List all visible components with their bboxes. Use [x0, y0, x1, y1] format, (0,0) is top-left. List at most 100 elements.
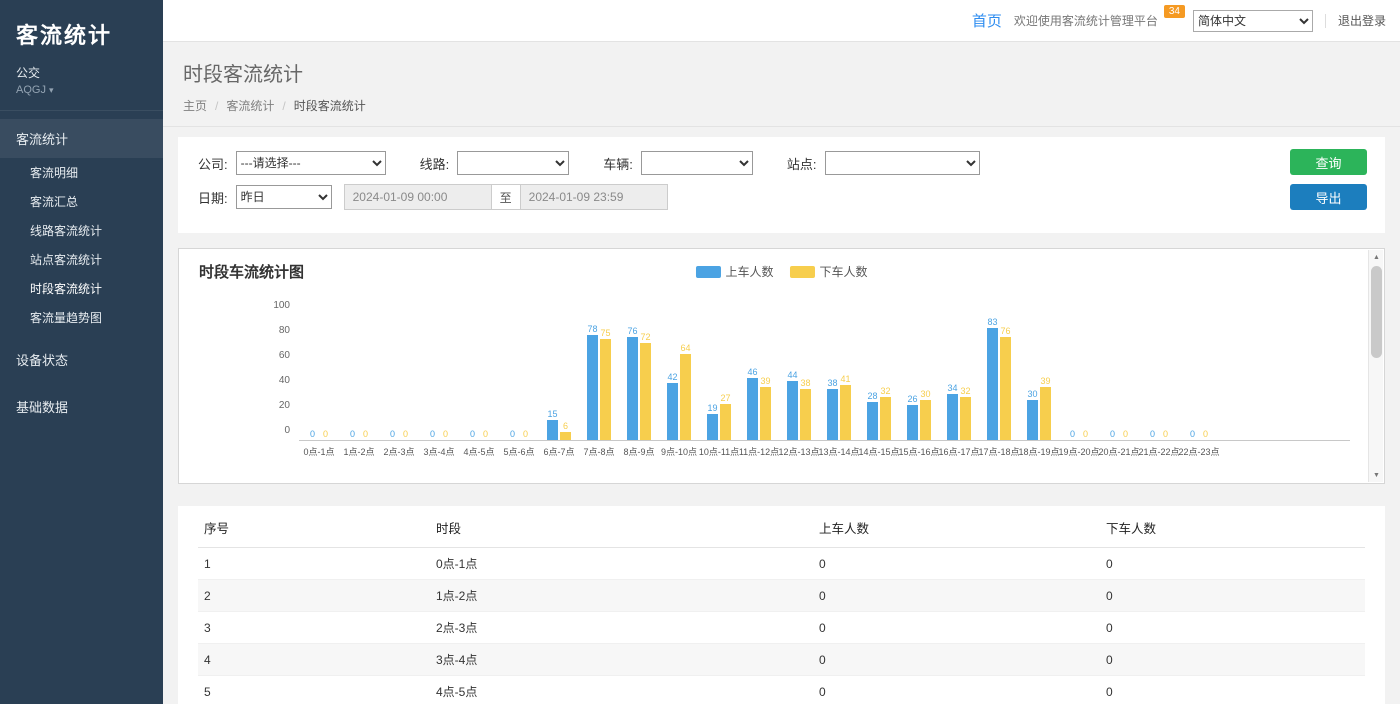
bar-group: 2630 [899, 306, 939, 440]
bar-value-label: 72 [640, 332, 650, 342]
sidebar-submenu: 客流明细客流汇总线路客流统计站点客流统计时段客流统计客流量趋势图 [0, 158, 163, 332]
date-preset-select[interactable]: 昨日 [236, 185, 332, 209]
sidebar-header: 客流统计 公交 AQGJ▾ [0, 0, 163, 111]
chart-y-axis: 100806040200 [199, 301, 299, 436]
y-tick-label: 0 [284, 426, 290, 436]
table-header: 下车人数 [1100, 508, 1365, 548]
bar-group: 00 [379, 306, 419, 440]
data-table-card: 序号时段上车人数下车人数 10点-1点0021点-2点0032点-3点0043点… [178, 506, 1385, 704]
bar [587, 335, 598, 440]
bar-value-label: 32 [880, 386, 890, 396]
bar-value-label: 0 [1070, 429, 1075, 439]
bar [640, 343, 651, 440]
bar-value-label: 28 [867, 391, 877, 401]
bar-value-label: 30 [920, 389, 930, 399]
table-row: 10点-1点00 [198, 548, 1365, 580]
bar-group: 7672 [619, 306, 659, 440]
x-tick-label: 9点-10点 [659, 445, 699, 458]
bar-value-label: 41 [840, 374, 850, 384]
sidebar-item[interactable]: 线路客流统计 [0, 216, 163, 245]
bar-value-label: 0 [1150, 429, 1155, 439]
bar-group: 3841 [819, 306, 859, 440]
sidebar-item[interactable]: 站点客流统计 [0, 245, 163, 274]
scroll-down-icon[interactable]: ▼ [1369, 468, 1384, 482]
language-select[interactable]: 简体中文 [1193, 10, 1313, 32]
bar [1027, 400, 1038, 441]
bar [560, 432, 571, 440]
bar-group: 00 [339, 306, 379, 440]
x-tick-label: 22点-23点 [1179, 445, 1219, 458]
query-button[interactable]: 查询 [1290, 149, 1367, 175]
bar-value-label: 34 [947, 383, 957, 393]
sidebar-item[interactable]: 时段客流统计 [0, 274, 163, 303]
bar-value-label: 64 [680, 343, 690, 353]
scrollbar-thumb[interactable] [1371, 266, 1382, 358]
org-code: AQGJ [16, 84, 46, 96]
bar [600, 339, 611, 440]
legend-item-alighting[interactable]: 下车人数 [790, 263, 868, 280]
line-select[interactable] [457, 151, 569, 175]
table-row: 54点-5点00 [198, 676, 1365, 704]
bar [667, 383, 678, 440]
sidebar-item[interactable]: 客流量趋势图 [0, 303, 163, 332]
date-label: 日期: [198, 188, 228, 207]
bar-value-label: 83 [987, 317, 997, 327]
bar-value-label: 32 [960, 386, 970, 396]
company-select[interactable]: ---请选择--- [236, 151, 386, 175]
legend-swatch [790, 266, 815, 278]
sidebar-item[interactable]: 客流明细 [0, 158, 163, 187]
breadcrumb: 主页/客流统计/时段客流统计 [183, 97, 1380, 114]
date-from-input[interactable] [344, 184, 492, 210]
table-row: 32点-3点00 [198, 612, 1365, 644]
x-tick-label: 7点-8点 [579, 445, 619, 458]
chart-scrollbar[interactable]: ▲ ▼ [1368, 250, 1383, 482]
bar-value-label: 0 [363, 429, 368, 439]
home-link[interactable]: 首页 [972, 10, 1002, 31]
bar-value-label: 78 [587, 324, 597, 334]
x-tick-label: 16点-17点 [939, 445, 979, 458]
bar [987, 328, 998, 440]
page-title: 时段客流统计 [183, 58, 1380, 87]
chart-legend: 上车人数 下车人数 [695, 263, 867, 280]
breadcrumb-item[interactable]: 客流统计 [226, 97, 274, 114]
topbar-divider [1325, 14, 1326, 28]
bar-group: 00 [299, 306, 339, 440]
bar-group: 8376 [979, 306, 1019, 440]
chart-area: 100806040200 000000000000156787576724264… [199, 306, 1350, 458]
sidebar-section-device-status[interactable]: 设备状态 [0, 340, 163, 379]
breadcrumb-separator: / [215, 99, 218, 113]
screen: 客流统计 公交 AQGJ▾ 客流统计 客流明细客流汇总线路客流统计站点客流统计时… [0, 0, 1400, 704]
bar-group: 00 [1099, 306, 1139, 440]
bar-value-label: 0 [443, 429, 448, 439]
bar-value-label: 42 [667, 372, 677, 382]
station-label: 站点: [787, 154, 817, 173]
bar-group: 42 64 [659, 306, 699, 440]
sidebar-item[interactable]: 客流汇总 [0, 187, 163, 216]
export-button[interactable]: 导出 [1290, 184, 1367, 210]
x-tick-label: 13点-14点 [819, 445, 859, 458]
x-tick-label: 20点-21点 [1099, 445, 1139, 458]
org-selector[interactable]: AQGJ▾ [16, 84, 147, 96]
bar-group: 1927 [699, 306, 739, 440]
sidebar-section-passenger-stats[interactable]: 客流统计 [0, 119, 163, 158]
vehicle-select[interactable] [641, 151, 753, 175]
bar-value-label: 0 [1110, 429, 1115, 439]
table-header: 时段 [430, 508, 813, 548]
bar-value-label: 30 [1027, 389, 1037, 399]
sidebar-section-base-data[interactable]: 基础数据 [0, 387, 163, 426]
bar-value-label: 0 [523, 429, 528, 439]
date-to-input[interactable] [520, 184, 668, 210]
table-header: 上车人数 [813, 508, 1100, 548]
logout-link[interactable]: 退出登录 [1338, 12, 1386, 29]
scroll-up-icon[interactable]: ▲ [1369, 250, 1384, 264]
bar-value-label: 6 [563, 421, 568, 431]
station-select[interactable] [825, 151, 980, 175]
x-tick-label: 1点-2点 [339, 445, 379, 458]
legend-item-boarding[interactable]: 上车人数 [695, 263, 773, 280]
x-tick-label: 15点-16点 [899, 445, 939, 458]
bar [840, 385, 851, 440]
bar [720, 404, 731, 440]
bar-value-label: 0 [510, 429, 515, 439]
breadcrumb-item[interactable]: 主页 [183, 97, 207, 114]
org-name: 公交 [16, 64, 147, 81]
